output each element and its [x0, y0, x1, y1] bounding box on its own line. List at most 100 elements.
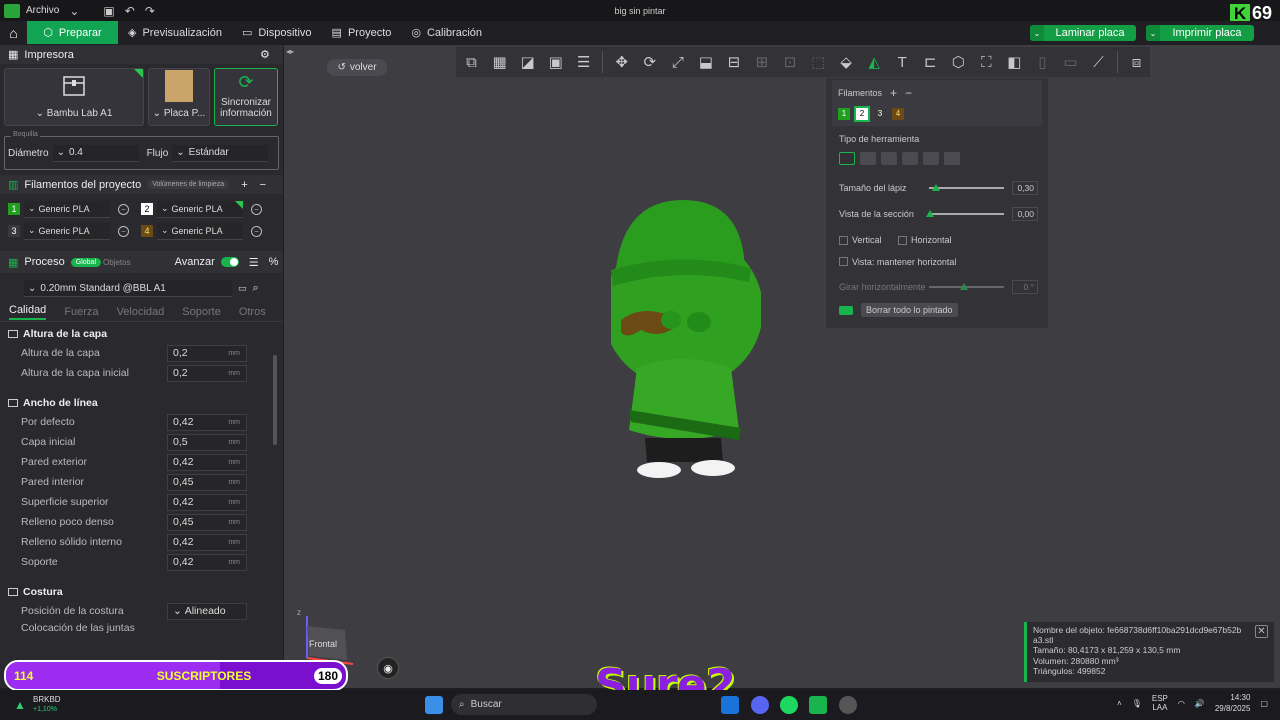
redo-icon[interactable]: ↷: [145, 4, 155, 18]
view-options-icon[interactable]: ⧈: [1123, 48, 1150, 76]
param-input[interactable]: 0,42 mm: [167, 553, 247, 571]
undo-icon[interactable]: ↶: [125, 4, 135, 18]
subtab-others[interactable]: Otros: [239, 306, 266, 318]
param-input[interactable]: 0,42 mm: [167, 453, 247, 471]
split-icon[interactable]: ⊟: [720, 48, 747, 76]
subtab-quality[interactable]: Calidad: [9, 304, 47, 320]
remove-filament-icon[interactable]: −: [251, 225, 262, 237]
pen-size-slider[interactable]: [929, 184, 1004, 191]
advanced-toggle[interactable]: [220, 257, 239, 267]
view-axis-cube[interactable]: [295, 608, 355, 668]
clock[interactable]: 14:30 29/8/2025: [1215, 692, 1251, 714]
support-paint-icon[interactable]: ⬙: [833, 48, 860, 76]
param-input[interactable]: 0,42 mm: [167, 413, 247, 431]
flush-volumes-button[interactable]: Volúmenes de limpieza: [147, 180, 230, 189]
list-icon[interactable]: ☰: [249, 256, 259, 269]
tab-project[interactable]: ▤ Proyecto: [322, 21, 402, 44]
subtab-speed[interactable]: Velocidad: [117, 306, 165, 318]
gap-fill-icon[interactable]: [923, 152, 939, 165]
tab-calibration[interactable]: ◎ Calibración: [401, 21, 492, 44]
height-range-icon[interactable]: [944, 152, 960, 165]
print-plate-button[interactable]: ⌄ Imprimir placa: [1146, 25, 1254, 41]
lay-on-face-icon[interactable]: ⬓: [692, 48, 719, 76]
fill-brush-icon[interactable]: [902, 152, 918, 165]
param-input[interactable]: 0,5 mm: [167, 433, 247, 451]
pen-size-value[interactable]: 0,30: [1012, 181, 1038, 195]
filament-number[interactable]: 1: [8, 203, 20, 215]
param-input[interactable]: 0,42 mm: [167, 493, 247, 511]
subtab-strength[interactable]: Fuerza: [64, 306, 98, 318]
language-indicator[interactable]: ESP LAA: [1152, 694, 1168, 712]
filament-select[interactable]: ⌄ Generic PLA: [24, 200, 110, 218]
panel-scrollbar[interactable]: [273, 355, 277, 445]
remove-filament-icon[interactable]: −: [251, 203, 262, 215]
percent-icon[interactable]: %: [269, 256, 279, 268]
boolean-icon[interactable]: ⬚: [805, 48, 832, 76]
paint-filament-chip[interactable]: 2: [854, 106, 870, 122]
tab-device[interactable]: ▭ Dispositivo: [232, 21, 322, 44]
filament-number[interactable]: 3: [8, 225, 20, 237]
param-input[interactable]: 0,2 mm: [167, 364, 247, 382]
param-input[interactable]: 0,42 mm: [167, 533, 247, 551]
variable-layer-icon[interactable]: ⛶: [973, 48, 1000, 76]
subtab-support[interactable]: Soporte: [182, 306, 221, 318]
param-input[interactable]: 0,45 mm: [167, 473, 247, 491]
filament-number[interactable]: 2: [141, 203, 153, 215]
chevron-down-icon[interactable]: ⌄: [1146, 25, 1160, 41]
filament-select[interactable]: ⌄ Generic PLA: [157, 222, 243, 240]
sync-info-button[interactable]: ⟳ Sincronizar información: [214, 68, 278, 126]
search-icon[interactable]: ⌕: [253, 282, 259, 295]
home-icon[interactable]: ⌂: [0, 21, 27, 44]
filament-select[interactable]: ⌄ Generic PLA: [24, 222, 110, 240]
tab-preview[interactable]: ◈ Previsualización: [118, 21, 232, 44]
plus-icon[interactable]: +: [890, 86, 897, 100]
global-pill[interactable]: Global: [70, 257, 101, 267]
filament-number[interactable]: 4: [141, 225, 153, 237]
circle-brush-icon[interactable]: [839, 152, 855, 165]
orient-icon[interactable]: ◪: [514, 48, 541, 76]
chevron-down-icon[interactable]: ⌄: [69, 4, 79, 18]
fuzzy-skin-icon[interactable]: ▯: [1029, 48, 1056, 76]
process-profile-select[interactable]: ⌄ 0.20mm Standard @BBL A1: [24, 280, 232, 297]
back-button[interactable]: ↺ volver: [327, 59, 387, 76]
minus-icon[interactable]: −: [905, 86, 912, 100]
save-icon[interactable]: ▭: [238, 283, 247, 294]
app-icon[interactable]: [839, 696, 857, 714]
rotate-slider[interactable]: [929, 283, 1004, 290]
spotify-icon[interactable]: [780, 696, 798, 714]
rotate-value[interactable]: 0 °: [1012, 280, 1038, 294]
flow-select[interactable]: ⌄ Estándar: [172, 144, 269, 162]
horizontal-checkbox[interactable]: Horizontal: [898, 235, 952, 245]
chevron-up-icon[interactable]: ˄: [1117, 699, 1122, 708]
notifications-icon[interactable]: ▢: [1260, 699, 1268, 708]
split-objects-icon[interactable]: ⊞: [748, 48, 775, 76]
taskbar-search[interactable]: ⌕ Buscar: [451, 694, 597, 715]
save-icon[interactable]: ▣: [103, 4, 114, 18]
emboss-icon[interactable]: ▭: [1057, 48, 1084, 76]
seam-position-select[interactable]: ⌄ Alineado: [167, 602, 247, 620]
section-view-slider[interactable]: [926, 210, 1004, 217]
discord-icon[interactable]: [751, 696, 769, 714]
gear-icon[interactable]: ⚙: [260, 48, 270, 61]
3d-model[interactable]: [611, 200, 761, 480]
triangle-brush-icon[interactable]: [881, 152, 897, 165]
sphere-brush-icon[interactable]: [860, 152, 876, 165]
outlook-icon[interactable]: [721, 696, 739, 714]
keep-horizontal-checkbox[interactable]: Vista: mantener horizontal: [839, 257, 956, 267]
section-view-value[interactable]: 0,00: [1012, 207, 1038, 221]
layers-list-icon[interactable]: ☰: [570, 48, 597, 76]
remove-filament-icon[interactable]: −: [118, 225, 129, 237]
paint-filament-chip[interactable]: 3: [874, 108, 886, 120]
windows-start-icon[interactable]: [425, 696, 443, 714]
grid-add-icon[interactable]: ▦: [486, 48, 513, 76]
objects-pill[interactable]: Objetos: [103, 258, 131, 267]
move-icon[interactable]: ✥: [608, 48, 635, 76]
seam-paint-icon[interactable]: ◧: [1001, 48, 1028, 76]
chevron-down-icon[interactable]: ⌄: [1030, 25, 1044, 41]
bambu-studio-icon[interactable]: [809, 696, 827, 714]
assembly-icon[interactable]: ⬡: [945, 48, 972, 76]
scale-icon[interactable]: ⤢: [664, 48, 691, 76]
add-cube-icon[interactable]: ⧉: [458, 48, 485, 76]
param-input[interactable]: 0,2 mm: [167, 344, 247, 362]
rotate-icon[interactable]: ⟳: [636, 48, 663, 76]
